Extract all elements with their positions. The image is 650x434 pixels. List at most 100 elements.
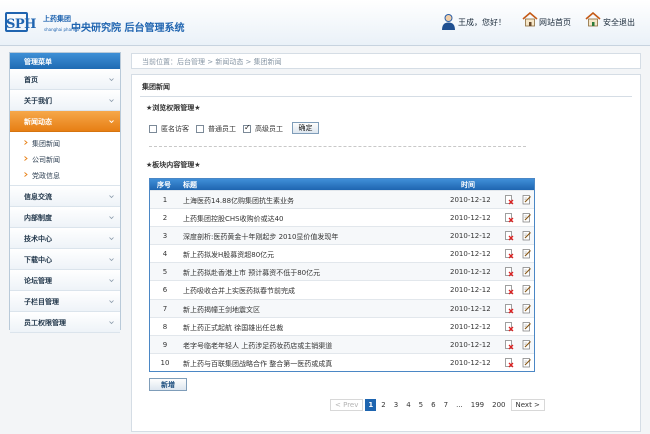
site-home-link[interactable]: 网站首页 [539, 17, 571, 28]
table-row: 4 新上药拟发H股募资超80亿元 2010-12-12 [150, 244, 534, 262]
edit-doc-icon[interactable] [522, 267, 532, 277]
edit-doc-icon[interactable] [522, 357, 532, 368]
column-header-no: 序号 [157, 181, 171, 189]
chevron-down-icon [109, 216, 114, 220]
pager-next-button[interactable]: Next > [510, 399, 545, 411]
table-row: 1 上海医药14.88亿购集团抗生素业务 2010-12-12 [150, 190, 534, 209]
pager-page-2[interactable]: 2 [378, 399, 388, 411]
edit-doc-icon[interactable] [522, 303, 532, 314]
sidebar-item-download[interactable]: 下载中心 [10, 249, 120, 270]
sidebar-subitem-label: 公司新闻 [32, 156, 60, 164]
edit-doc-icon[interactable] [522, 213, 532, 223]
row-title[interactable]: 新上药揭幢王剑地震文区 [183, 305, 260, 315]
news-table: 序号 标题 时间 1 上海医药14.88亿购集团抗生素业务 2010-12-12 2 上… [149, 178, 535, 372]
delete-doc-icon[interactable] [504, 195, 514, 205]
sidebar-item-label: 内部制度 [24, 214, 52, 222]
perm-section-title: ★浏览权限管理★ [146, 104, 201, 112]
row-title[interactable]: 老字号临老年轻人 上药涉足药妆药店或主销渠道 [183, 341, 332, 351]
checkbox-senior-staff[interactable] [243, 123, 251, 133]
delete-doc-icon[interactable] [504, 321, 514, 332]
table-row: 6 上药吸收合并上实医药拟春节前完成 2010-12-12 [150, 280, 534, 298]
pager-tail: 199 200 [468, 399, 511, 411]
sidebar-subitem-label: 党政信息 [32, 172, 60, 180]
delete-doc-icon[interactable] [504, 249, 514, 259]
delete-doc-icon[interactable] [504, 339, 514, 350]
blocks-section-title: ★板块内容管理★ [146, 161, 201, 169]
add-button[interactable]: 新增 [149, 378, 187, 391]
confirm-button[interactable]: 确定 [292, 122, 319, 134]
delete-doc-icon[interactable] [504, 357, 514, 368]
row-time: 2010-12-12 [450, 358, 491, 367]
sidebar-item-home[interactable]: 首页 [10, 69, 120, 90]
sidebar-item-subcolumns[interactable]: 子栏目管理 [10, 291, 120, 312]
edit-doc-icon[interactable] [522, 231, 532, 241]
pager-page-200[interactable]: 200 [489, 399, 508, 411]
delete-doc-icon[interactable] [504, 303, 514, 314]
sidebar-item-news[interactable]: 新闻动态 [10, 111, 120, 132]
pager-page-6[interactable]: 6 [428, 399, 438, 411]
pager-page-4[interactable]: 4 [403, 399, 413, 411]
sidebar-item-label: 论坛管理 [24, 277, 52, 285]
pager-page-5[interactable]: 5 [416, 399, 426, 411]
sidebar-item-tech[interactable]: 技术中心 [10, 228, 120, 249]
sidebar-subitem-party-info[interactable]: 党政信息 [10, 167, 120, 183]
sidebar-subitem-company-news[interactable]: 公司新闻 [10, 151, 120, 167]
pager-page-3[interactable]: 3 [391, 399, 401, 411]
chevron-down-icon [109, 99, 114, 103]
pager-prev-button[interactable]: < Prev [330, 399, 364, 411]
sidebar-item-exchange[interactable]: 信息交流 [10, 186, 120, 207]
edit-doc-icon[interactable] [522, 339, 532, 350]
pager-pages: 1234567 [365, 399, 453, 411]
pager-page-1[interactable]: 1 [365, 399, 377, 411]
sidebar-subitem-group-news[interactable]: 集团新闻 [10, 135, 120, 151]
chevron-down-icon [109, 78, 114, 82]
row-number: 9 [162, 340, 168, 349]
delete-doc-icon[interactable] [504, 231, 514, 241]
sidebar-item-about[interactable]: 关于我们 [10, 90, 120, 111]
sidebar-item-rules[interactable]: 内部制度 [10, 207, 120, 228]
user-avatar-icon [441, 13, 456, 30]
sidebar-item-forum[interactable]: 论坛管理 [10, 270, 120, 291]
row-title[interactable]: 新上药正式起航 徐国雄出任总裁 [183, 323, 283, 333]
edit-doc-icon[interactable] [522, 195, 532, 205]
sidebar-item-label: 关于我们 [24, 97, 52, 105]
column-header-title: 标题 [183, 181, 197, 189]
row-number: 2 [162, 214, 168, 223]
sidebar-item-label: 员工权限管理 [24, 319, 66, 327]
arrow-right-icon [24, 172, 28, 177]
house-icon[interactable] [522, 11, 538, 27]
chevron-down-icon [109, 279, 114, 283]
edit-doc-icon[interactable] [522, 249, 532, 259]
pager-page-7[interactable]: 7 [441, 399, 451, 411]
row-number: 4 [162, 250, 168, 259]
checkbox-label: 普通员工 [208, 125, 236, 133]
sidebar-subitem-label: 集团新闻 [32, 140, 60, 148]
edit-doc-icon[interactable] [522, 321, 532, 332]
pager-page-199[interactable]: 199 [468, 399, 487, 411]
row-title[interactable]: 新上药与百联集团战略合作 整合第一医药或成真 [183, 359, 332, 369]
row-number: 6 [162, 286, 168, 295]
row-title[interactable]: 上药集团控股CHS收购价或达40 [183, 214, 284, 224]
content-panel: 集团新闻 ★浏览权限管理★ 匿名访客 普通员工 高级员工 确定 ★板块内容管理★… [131, 74, 641, 432]
checkbox-label: 高级员工 [255, 125, 283, 133]
table-row: 7 新上药揭幢王剑地震文区 2010-12-12 [150, 298, 534, 317]
delete-doc-icon[interactable] [504, 213, 514, 223]
house-exit-icon[interactable] [585, 11, 601, 27]
divider [149, 146, 526, 147]
row-title[interactable]: 新上药拟发H股募资超80亿元 [183, 250, 274, 260]
sidebar-item-label: 新闻动态 [24, 118, 52, 126]
table-row: 8 新上药正式起航 徐国雄出任总裁 2010-12-12 [150, 316, 534, 335]
edit-doc-icon[interactable] [522, 285, 532, 295]
row-time: 2010-12-12 [450, 340, 491, 349]
row-title[interactable]: 深度剖析:医药黄金十年刚起步 2010显价值发现年 [183, 232, 338, 242]
sidebar-item-staff-perms[interactable]: 员工权限管理 [10, 312, 120, 333]
user-greeting: 王成，您好！ [458, 18, 506, 27]
delete-doc-icon[interactable] [504, 267, 514, 277]
row-title[interactable]: 上药吸收合并上实医药拟春节前完成 [183, 286, 295, 296]
delete-doc-icon[interactable] [504, 285, 514, 295]
row-title[interactable]: 上海医药14.88亿购集团抗生素业务 [183, 196, 294, 206]
checkbox-anonymous[interactable] [149, 125, 157, 133]
checkbox-regular-staff[interactable] [196, 125, 204, 133]
logout-link[interactable]: 安全退出 [603, 17, 635, 28]
row-title[interactable]: 新上药拟赴香港上市 预计募资不低于80亿元 [183, 268, 320, 278]
